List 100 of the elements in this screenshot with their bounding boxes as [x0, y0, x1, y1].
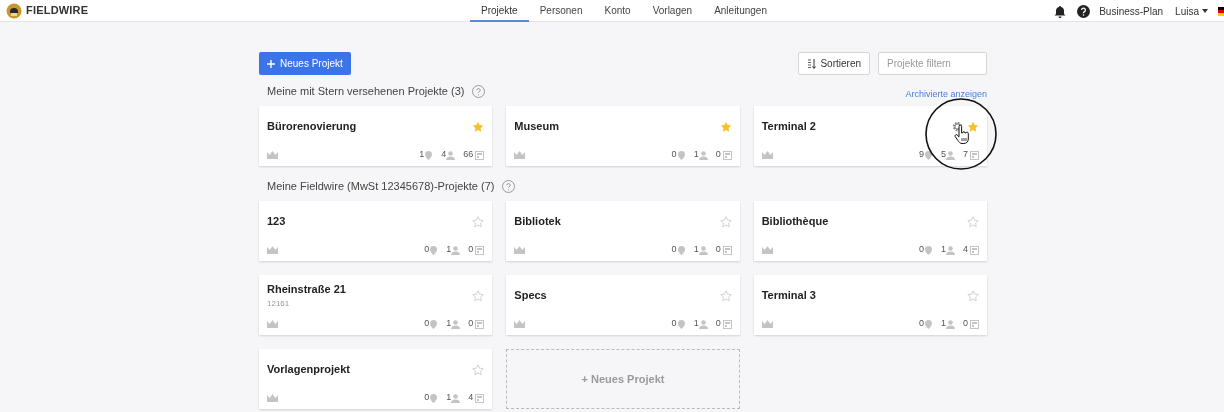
crown-icon: [761, 246, 773, 254]
member-count: 1: [940, 243, 946, 257]
pin-icon: [923, 245, 933, 255]
flag-icon: [1218, 6, 1224, 16]
crown-icon: [761, 320, 773, 328]
crown-icon: [514, 151, 526, 159]
sheet-count: 0: [468, 317, 474, 331]
project-card[interactable]: Rheinstraße 21 12161 0 1 0: [259, 275, 493, 335]
help-icon: [1077, 4, 1091, 18]
pin-icon: [676, 319, 686, 329]
member-count: 1: [446, 391, 452, 405]
pin-icon: [676, 150, 686, 160]
help-icon: [472, 84, 486, 98]
task-count: 0: [671, 148, 677, 162]
project-name: Bibliothèque: [761, 214, 829, 230]
person-icon: [451, 245, 461, 255]
project-card[interactable]: Vorlagenprojekt 0 1 4: [259, 349, 493, 409]
sheet-count: 0: [715, 317, 721, 331]
bell-icon: [1054, 4, 1067, 18]
plus-icon: [267, 59, 275, 68]
task-count: 1: [419, 148, 425, 162]
project-name: Bürorenovierung: [267, 119, 357, 135]
sheet-icon: [475, 393, 485, 403]
pin-icon: [429, 393, 439, 403]
sheet-icon: [722, 150, 732, 160]
member-count: 5: [940, 148, 946, 162]
sheet-icon: [475, 150, 485, 160]
crown-icon: [514, 246, 526, 254]
sheet-icon: [475, 245, 485, 255]
sheet-count: 66: [463, 148, 474, 162]
filter-field[interactable]: Projekte filtern: [878, 52, 987, 75]
project-card[interactable]: Bibliotek 0 1 0: [506, 201, 740, 261]
person-icon: [945, 150, 955, 160]
sheet-icon: [475, 319, 485, 329]
task-count: 0: [424, 317, 430, 331]
sheet-count: 0: [715, 243, 721, 257]
person-icon: [698, 245, 708, 255]
member-count: 1: [940, 317, 946, 331]
archived-link[interactable]: Archivierte anzeigen: [905, 87, 987, 101]
person-icon: [446, 150, 456, 160]
person-icon: [945, 319, 955, 329]
sort-button[interactable]: Sortieren: [798, 52, 870, 75]
project-name: Terminal 3: [761, 288, 816, 304]
task-count: 0: [918, 317, 924, 331]
nav-tab[interactable]: Konto: [593, 0, 642, 22]
project-number: 12161: [267, 297, 291, 310]
project-name: Rheinstraße 21: [267, 282, 346, 298]
sheet-count: 0: [962, 317, 968, 331]
helmet-logo-icon: [6, 2, 22, 19]
project-name: Specs: [514, 288, 547, 304]
help-icon: [502, 179, 516, 193]
project-card[interactable]: 123 0 1 0: [259, 201, 493, 261]
crown-icon: [267, 151, 278, 159]
new-project-button[interactable]: Neues Projekt: [259, 52, 351, 75]
crown-icon: [267, 394, 278, 402]
pin-icon: [424, 150, 434, 160]
person-icon: [451, 319, 461, 329]
user-menu[interactable]: Luisa: [1175, 3, 1208, 19]
member-count: 1: [446, 317, 452, 331]
nav-tab[interactable]: Anleitungen: [703, 0, 778, 22]
project-name: Bibliotek: [514, 214, 561, 230]
project-name: 123: [267, 214, 286, 230]
project-card[interactable]: Bürorenovierung 1 4 66: [259, 106, 493, 166]
project-card[interactable]: Terminal 2 9 5 7: [753, 106, 987, 166]
sheet-count: 7: [962, 148, 968, 162]
person-icon: [945, 245, 955, 255]
sheet-icon: [970, 319, 979, 329]
project-card[interactable]: Bibliothèque 0 1 4: [753, 201, 987, 261]
crown-icon: [267, 320, 278, 328]
sheet-icon: [722, 245, 732, 255]
sheet-icon: [970, 150, 979, 160]
nav-tab[interactable]: Vorlagen: [641, 0, 704, 22]
nav-tab[interactable]: Personen: [528, 0, 594, 22]
person-icon: [451, 393, 461, 403]
hand-cursor-icon: [954, 125, 970, 145]
project-name: Terminal 2: [761, 119, 816, 135]
task-count: 0: [918, 243, 924, 257]
member-count: 1: [693, 148, 699, 162]
sheet-count: 4: [962, 243, 968, 257]
plan-label: Business-Plan: [1099, 4, 1164, 19]
logo-text: FIELDWIRE: [26, 3, 89, 19]
sort-icon: [807, 58, 817, 69]
section-title: Meine mit Stern versehenen Projekte (3): [267, 83, 465, 99]
nav-tab[interactable]: Projekte: [470, 0, 529, 22]
sheet-icon: [722, 319, 732, 329]
highlight-circle: [925, 98, 997, 170]
project-card[interactable]: Terminal 3 0 1 0: [753, 275, 987, 335]
project-name: Museum: [514, 119, 559, 135]
sheet-count: 4: [468, 391, 474, 405]
project-card[interactable]: Museum 0 1 0: [506, 106, 740, 166]
task-count: 9: [918, 148, 924, 162]
member-count: 1: [693, 243, 699, 257]
person-icon: [698, 150, 708, 160]
member-count: 1: [693, 317, 699, 331]
project-card[interactable]: Specs 0 1 0: [506, 275, 740, 335]
pin-icon: [676, 245, 686, 255]
caret-icon: [1202, 9, 1208, 13]
pin-icon: [923, 319, 933, 329]
task-count: 0: [424, 243, 430, 257]
crown-icon: [514, 320, 526, 328]
